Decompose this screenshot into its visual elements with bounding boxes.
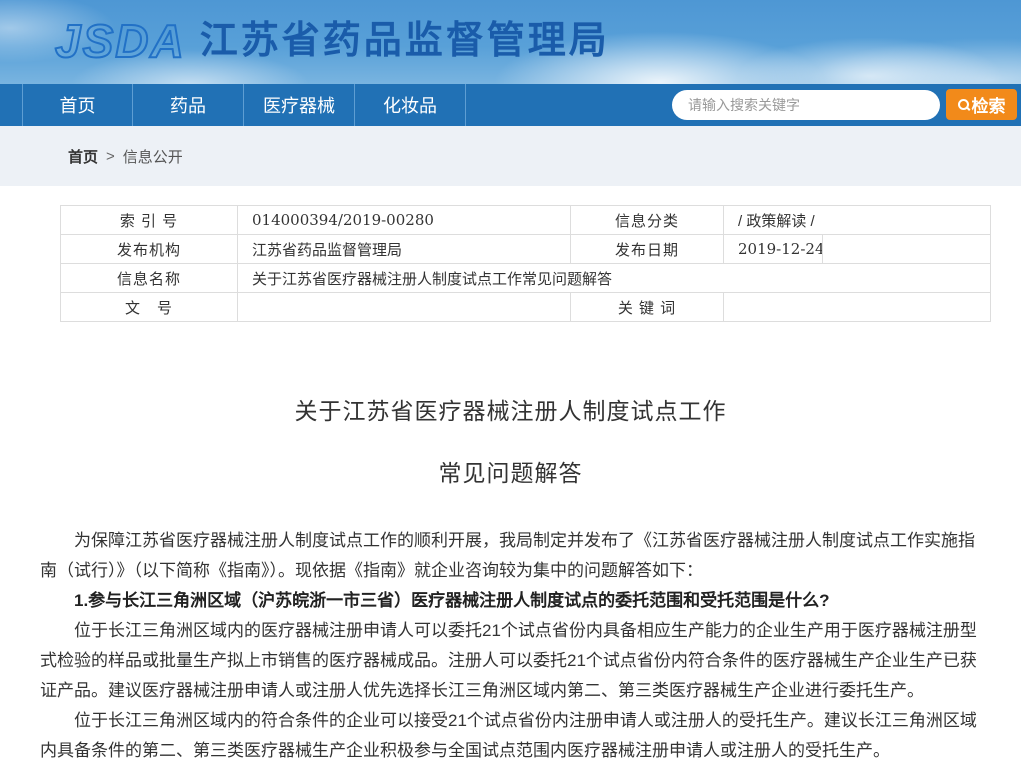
main-nav: 首页 药品 医疗器械 化妆品 检索 xyxy=(0,84,1021,126)
search-box xyxy=(672,90,940,120)
info-category-value: / 政策解读 / xyxy=(724,206,991,235)
nav-item-medical-devices[interactable]: 医疗器械 xyxy=(244,84,355,126)
doc-number-label: 文 号 xyxy=(61,293,238,322)
publisher-value: 江苏省药品监督管理局 xyxy=(238,235,571,264)
page-title-line2: 常见问题解答 xyxy=(0,454,1021,488)
breadcrumb: 首页 > 信息公开 xyxy=(0,126,1021,186)
brand: JSDA 江苏省药品监督管理局 xyxy=(55,14,610,68)
article-body: 为保障江苏省医疗器械注册人制度试点工作的顺利开展，我局制定并发布了《江苏省医疗器… xyxy=(40,526,990,760)
nav-item-drugs[interactable]: 药品 xyxy=(133,84,244,126)
info-name-label: 信息名称 xyxy=(61,264,238,293)
paragraph-question-1: 1.参与长江三角洲区域（沪苏皖浙一市三省）医疗器械注册人制度试点的委托范围和受托… xyxy=(40,586,990,616)
publisher-label: 发布机构 xyxy=(61,235,238,264)
page-title-line1: 关于江苏省医疗器械注册人制度试点工作 xyxy=(0,392,1021,426)
empty-cell xyxy=(823,235,991,264)
table-row: 文 号 关 键 词 xyxy=(61,293,991,322)
document-meta-table: 索 引 号 014000394/2019-00280 信息分类 / 政策解读 /… xyxy=(60,205,991,322)
paragraph-answer-1: 位于长江三角洲区域内的医疗器械注册申请人可以委托21个试点省份内具备相应生产能力… xyxy=(40,616,990,706)
search-button-label: 检索 xyxy=(972,92,1006,117)
nav-item-cosmetics[interactable]: 化妆品 xyxy=(355,84,466,126)
search-input[interactable] xyxy=(672,90,940,120)
breadcrumb-separator: > xyxy=(106,148,115,165)
jsda-logo: JSDA xyxy=(55,16,186,66)
search-icon xyxy=(958,99,969,110)
table-row: 发布机构 江苏省药品监督管理局 发布日期 2019-12-24 xyxy=(61,235,991,264)
index-number-label: 索 引 号 xyxy=(61,206,238,235)
keywords-label: 关 键 词 xyxy=(571,293,724,322)
publish-date-value: 2019-12-24 xyxy=(724,235,823,264)
index-number-value: 014000394/2019-00280 xyxy=(238,206,571,235)
table-row: 信息名称 关于江苏省医疗器械注册人制度试点工作常见问题解答 xyxy=(61,264,991,293)
paragraph-intro: 为保障江苏省医疗器械注册人制度试点工作的顺利开展，我局制定并发布了《江苏省医疗器… xyxy=(40,526,990,586)
info-category-label: 信息分类 xyxy=(571,206,724,235)
publish-date-label: 发布日期 xyxy=(571,235,724,264)
doc-number-value xyxy=(238,293,571,322)
paragraph-answer-2: 位于长江三角洲区域内的符合条件的企业可以接受21个试点省份内注册申请人或注册人的… xyxy=(40,706,990,760)
site-header-banner: JSDA 江苏省药品监督管理局 xyxy=(0,0,1021,84)
table-row: 索 引 号 014000394/2019-00280 信息分类 / 政策解读 / xyxy=(61,206,991,235)
search-button[interactable]: 检索 xyxy=(946,89,1017,120)
info-name-value: 关于江苏省医疗器械注册人制度试点工作常见问题解答 xyxy=(238,264,991,293)
keywords-value xyxy=(724,293,991,322)
breadcrumb-current-link[interactable]: 信息公开 xyxy=(123,146,183,167)
breadcrumb-home-link[interactable]: 首页 xyxy=(68,146,98,167)
nav-item-home[interactable]: 首页 xyxy=(22,84,133,126)
site-title: 江苏省药品监督管理局 xyxy=(200,14,610,68)
